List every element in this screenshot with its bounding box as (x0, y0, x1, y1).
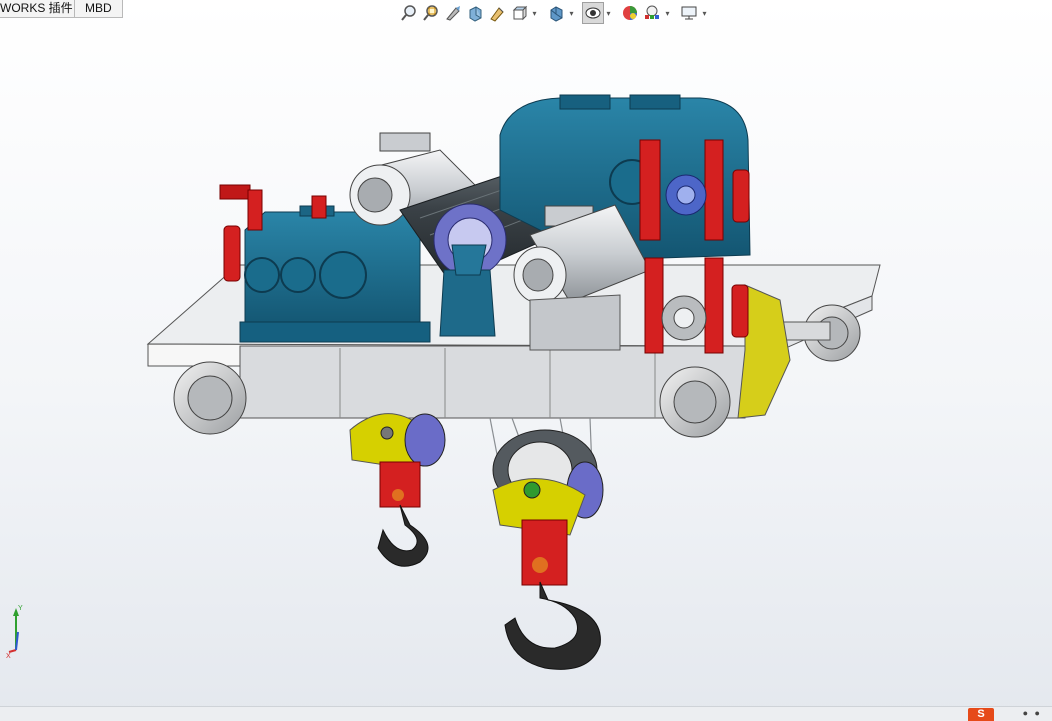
trolley-wheel (173, 361, 247, 435)
zoom-to-fit-icon[interactable] (398, 2, 420, 24)
status-logo-badge: S (968, 708, 994, 721)
auxiliary-hook (377, 504, 429, 567)
display-style-dropdown-icon[interactable]: ▾ (567, 2, 576, 24)
hide-show-items-icon[interactable] (582, 2, 604, 24)
edit-appearance-icon[interactable] (619, 2, 641, 24)
main-hook (504, 581, 601, 670)
tab-mbd[interactable]: MBD (75, 0, 123, 18)
zoom-to-area-icon[interactable] (420, 2, 442, 24)
view-settings-icon[interactable] (678, 2, 700, 24)
apply-scene-icon[interactable] (641, 2, 663, 24)
section-view-icon[interactable] (464, 2, 486, 24)
display-style-icon[interactable] (545, 2, 567, 24)
previous-view-icon[interactable] (442, 2, 464, 24)
status-bar: S ● ● (0, 706, 1052, 721)
view-orientation-dropdown-icon[interactable]: ▾ (530, 2, 539, 24)
graphics-area[interactable] (0, 0, 1052, 721)
heads-up-view-toolbar: ▾ ▾ ▾ ▾ ▾ (398, 0, 715, 26)
left-gearbox (239, 205, 431, 343)
triad-x-label: X (6, 653, 11, 658)
status-indicators: ● ● (1022, 708, 1042, 718)
view-settings-dropdown-icon[interactable]: ▾ (700, 2, 709, 24)
reference-triad: Y X (6, 602, 30, 663)
apply-scene-dropdown-icon[interactable]: ▾ (663, 2, 672, 24)
main-hook-block (492, 429, 604, 586)
dynamic-annotation-icon[interactable] (486, 2, 508, 24)
hide-show-dropdown-icon[interactable]: ▾ (604, 2, 613, 24)
trolley-wheel (659, 366, 731, 438)
tab-solidworks-addins[interactable]: WORKS 插件 (0, 0, 75, 18)
view-orientation-icon[interactable] (508, 2, 530, 24)
command-manager-tabs: WORKS 插件 MBD (0, 0, 123, 18)
auxiliary-hook-block (349, 413, 446, 508)
triad-y-label: Y (18, 605, 23, 612)
